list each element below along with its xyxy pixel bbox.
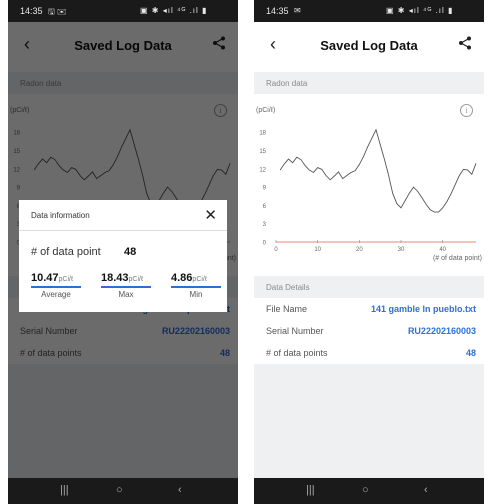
status-time: 14:35 xyxy=(20,6,43,16)
detail-key: File Name xyxy=(266,304,308,314)
stat-min-label: Min xyxy=(189,290,203,299)
stat-max: 18.43pCi/ℓ Max xyxy=(101,272,151,299)
stat-max-label: Max xyxy=(118,290,134,299)
stat-unit: pCi/ℓ xyxy=(58,276,74,283)
details-section-header: Data Details xyxy=(254,276,484,298)
page-title: Saved Log Data xyxy=(320,38,418,53)
y-tick-label: 18 xyxy=(259,131,266,137)
radon-section-label: Radon data xyxy=(266,79,308,88)
stat-average-value: 10.47 xyxy=(31,272,59,284)
system-back-button[interactable]: ‹ xyxy=(178,484,182,496)
x-tick-label: 40 xyxy=(439,247,446,253)
share-icon[interactable] xyxy=(458,36,472,55)
info-icon[interactable]: i xyxy=(460,104,473,117)
detail-row-serial-number: Serial Number RU22202160003 xyxy=(254,320,484,342)
system-nav-bar: ||| ○ ‹ xyxy=(8,478,238,504)
stat-underline xyxy=(31,286,81,288)
radon-section-header: Radon data xyxy=(254,72,484,94)
stat-min-value: 4.86 xyxy=(171,272,193,284)
x-tick-label: 0 xyxy=(274,247,278,253)
dialog-title: Data information xyxy=(31,211,90,220)
home-button[interactable]: ○ xyxy=(116,484,123,496)
phone-screen-dialog: 14:35 🖫 ✉ ▣ ✱ ◂ıl ⁴ᴳ .ıl ▮ ‹ Saved Log D… xyxy=(8,0,238,504)
dialog-divider xyxy=(19,230,227,231)
x-tick-label: 30 xyxy=(398,247,405,253)
system-nav-bar: ||| ○ ‹ xyxy=(254,478,484,504)
stat-unit: pCi/ℓ xyxy=(192,276,208,283)
recent-apps-button[interactable]: ||| xyxy=(306,484,315,496)
stat-underline xyxy=(101,286,151,288)
stat-unit: pCi/ℓ xyxy=(128,276,144,283)
radon-series-line xyxy=(279,128,477,213)
detail-value: 141 gamble ln pueblo.txt xyxy=(370,304,476,314)
y-tick-label: 0 xyxy=(263,241,267,247)
detail-key: # of data points xyxy=(266,348,328,358)
radon-line-chart: (pCi/ℓ)1815129630010203040(# of data poi… xyxy=(256,107,482,262)
x-axis-label: (# of data point) xyxy=(433,255,482,262)
detail-value: 48 xyxy=(465,348,476,358)
home-button[interactable]: ○ xyxy=(362,484,369,496)
stat-max-value: 18.43 xyxy=(101,272,129,284)
status-bar: 14:35 🖫 ✉ ▣ ✱ ◂ıl ⁴ᴳ .ıl ▮ xyxy=(8,0,238,22)
data-information-dialog: Data information ✕ # of data point 48 10… xyxy=(19,200,227,312)
detail-value: RU22202160003 xyxy=(407,326,476,336)
stat-underline xyxy=(171,286,221,288)
y-tick-label: 9 xyxy=(263,186,267,192)
status-bar: 14:35 ✉ ▣ ✱ ◂ıl ⁴ᴳ .ıl ▮ xyxy=(254,0,484,22)
app-header: ‹ Saved Log Data xyxy=(254,22,484,72)
recent-apps-button[interactable]: ||| xyxy=(60,484,69,496)
y-tick-label: 3 xyxy=(263,222,267,228)
system-back-button[interactable]: ‹ xyxy=(424,484,428,496)
radon-chart: (pCi/ℓ)1815129630010203040(# of data poi… xyxy=(254,94,484,264)
system-status-icons: ▣ ✱ ◂ıl ⁴ᴳ .ıl ▮ xyxy=(386,6,454,15)
notification-icons: 🖫 ✉ xyxy=(48,7,67,16)
data-point-value: 48 xyxy=(124,246,137,258)
stat-average-label: Average xyxy=(41,290,71,299)
close-icon[interactable]: ✕ xyxy=(204,206,217,224)
detail-key: Serial Number xyxy=(266,326,324,336)
details-section-label: Data Details xyxy=(266,283,310,292)
x-tick-label: 10 xyxy=(314,247,321,253)
empty-area xyxy=(254,364,484,478)
detail-row-file-name: File Name 141 gamble ln pueblo.txt xyxy=(254,298,484,320)
details-list: File Name 141 gamble ln pueblo.txt Serial… xyxy=(254,298,484,364)
detail-row-data-points: # of data points 48 xyxy=(254,342,484,364)
stat-min: 4.86pCi/ℓ Min xyxy=(171,272,221,299)
y-tick-label: 15 xyxy=(259,149,266,155)
stat-average: 10.47pCi/ℓ Average xyxy=(31,272,81,299)
notification-icons: ✉ xyxy=(294,6,301,15)
status-time: 14:35 xyxy=(266,6,289,16)
y-axis-label: (pCi/ℓ) xyxy=(256,107,275,114)
x-tick-label: 20 xyxy=(356,247,363,253)
system-status-icons: ▣ ✱ ◂ıl ⁴ᴳ .ıl ▮ xyxy=(140,6,208,15)
phone-screen-normal: 14:35 ✉ ▣ ✱ ◂ıl ⁴ᴳ .ıl ▮ ‹ Saved Log Dat… xyxy=(254,0,484,504)
y-tick-label: 6 xyxy=(263,204,267,210)
y-tick-label: 12 xyxy=(259,167,266,173)
data-point-label: # of data point xyxy=(31,246,101,258)
